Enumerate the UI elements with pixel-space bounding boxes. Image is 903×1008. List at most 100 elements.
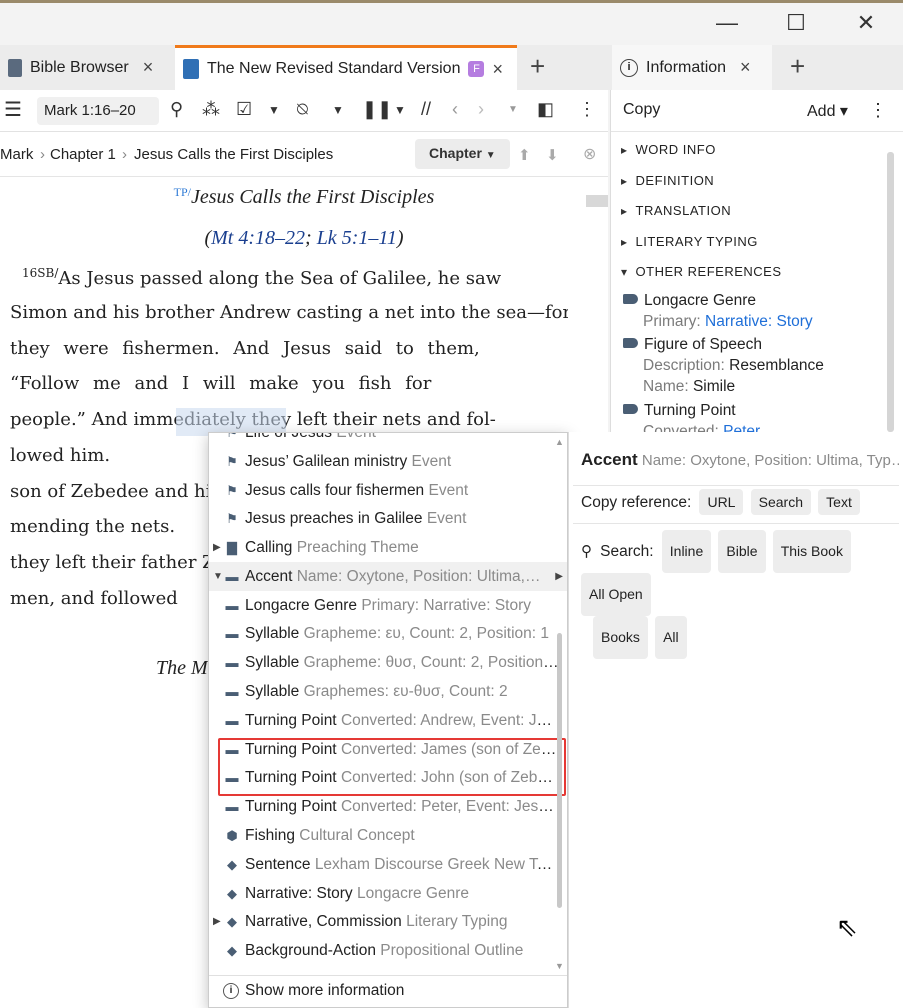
ref-value: Simile (692, 378, 736, 395)
breadcrumb-book[interactable]: Mark (0, 146, 33, 163)
visual-filter-icon[interactable]: ⁂ (202, 99, 220, 120)
item-meta: Event (336, 432, 376, 441)
chevron-down-icon[interactable]: ▼ (268, 103, 280, 117)
menu-item[interactable]: ▬ Turning Point Converted: Andrew, Event:… (209, 706, 560, 735)
menu-item[interactable]: ⬢ Fishing Cultural Concept (209, 821, 559, 850)
search-all-open-button[interactable]: All Open (581, 573, 651, 616)
more-icon[interactable]: ⋮ (869, 100, 887, 121)
menu-item[interactable]: ▶ ◆ Narrative, Commission Literary Typing (209, 907, 559, 936)
parallel-icon[interactable]: // (421, 99, 431, 120)
item-label: Sentence (245, 856, 311, 873)
paren: ) (396, 227, 404, 249)
breadcrumb-separator: › (40, 146, 45, 163)
maximize-button[interactable]: ☐ (773, 8, 819, 38)
menu-item[interactable]: ◆ Background-Action Propositional Outline (209, 936, 559, 965)
new-tab-plus-icon[interactable]: + (530, 51, 545, 82)
clear-icon[interactable]: ⊗ (583, 144, 596, 164)
forward-icon[interactable]: › (478, 99, 484, 120)
menu-item[interactable]: ▬ Longacre Genre Primary: Narrative: Stor… (209, 591, 559, 620)
tab-label: The New Revised Standard Version (207, 60, 461, 77)
section-other-references[interactable]: OTHER REFERENCES (621, 264, 782, 279)
menu-item[interactable]: ⚑ Jesus calls four fishermen Event (209, 476, 559, 505)
chevron-down-icon[interactable]: ▼ (332, 103, 344, 117)
close-window-button[interactable]: ✕ (843, 8, 889, 38)
checklist-icon[interactable]: ☑ (236, 99, 252, 120)
chevron-down-icon[interactable]: ▼ (394, 103, 406, 117)
chevron-down-icon[interactable]: ▼ (213, 562, 223, 591)
search-all-button[interactable]: All (655, 616, 687, 659)
new-panel-plus-icon[interactable]: + (790, 51, 805, 82)
menu-item[interactable]: ⚑ Jesus’ Galilean ministry Event (209, 447, 559, 476)
section-literary-typing[interactable]: LITERARY TYPING (621, 234, 758, 249)
flag-icon: ⚑ (226, 432, 238, 440)
copy-url-button[interactable]: URL (699, 489, 744, 515)
menu-item[interactable]: ◆ Narrative: Story Longacre Genre (209, 879, 559, 908)
verse-text: Simon and his brother Andrew casting a n… (10, 302, 568, 323)
menu-icon[interactable]: ☰ (4, 97, 22, 122)
item-label: Longacre Genre (245, 597, 358, 614)
history-dropdown-icon[interactable]: ▼ (508, 104, 518, 115)
breadcrumb-section[interactable]: Jesus Calls the First Disciples (134, 146, 333, 163)
interlinear-icon[interactable]: ⍉ (297, 99, 308, 120)
close-tab-icon[interactable]: × (492, 59, 503, 80)
parallel-ref-link[interactable]: Lk 5:1–11 (317, 227, 397, 249)
mouse-cursor-icon: ⇖ (836, 912, 858, 942)
close-tab-icon[interactable]: × (740, 57, 751, 78)
add-button[interactable]: Add ▾ (807, 101, 848, 121)
search-books-button[interactable]: Books (593, 616, 648, 659)
layout-icon[interactable]: ◧ (537, 99, 554, 120)
ref-link[interactable]: Narrative: Story (705, 313, 813, 330)
parallel-ref-link[interactable]: Mt 4:18–22 (211, 227, 305, 249)
close-tab-icon[interactable]: × (143, 57, 154, 78)
columns-icon[interactable]: ❚❚ (362, 99, 392, 120)
section-word-info[interactable]: WORD INFO (621, 142, 716, 157)
item-meta: Cultural Concept (299, 827, 415, 844)
menu-item[interactable]: ▬ Syllable Grapheme: θυσ, Count: 2, Posit… (209, 648, 560, 677)
menu-item[interactable]: ▬ Syllable Grapheme: ευ, Count: 2, Positi… (209, 619, 559, 648)
up-arrow-icon[interactable]: ⬆ (518, 146, 531, 164)
copy-text-button[interactable]: Text (818, 489, 860, 515)
section-translation[interactable]: TRANSLATION (621, 203, 731, 218)
menu-item[interactable]: ▬ Syllable Graphemes: ευ-θυσ, Count: 2 (209, 677, 559, 706)
search-inline-button[interactable]: Inline (661, 530, 712, 573)
more-icon[interactable]: ⋮ (578, 99, 596, 120)
item-meta: Grapheme: ευ, Count: 2, Position: 1 (303, 625, 550, 642)
chapter-dropdown[interactable]: Chapter ▼ (415, 139, 510, 169)
minimize-button[interactable]: — (704, 8, 750, 38)
section-tag[interactable]: TP/ (174, 185, 191, 199)
copy-search-button[interactable]: Search (750, 489, 811, 515)
item-meta: Preaching Theme (296, 539, 419, 556)
search-this-book-button[interactable]: This Book (772, 530, 851, 573)
back-icon[interactable]: ‹ (452, 99, 458, 120)
tab-nrsv[interactable]: The New Revised Standard Version F × (175, 45, 517, 90)
item-meta: Name: Oxytone, Position: Ultima,… (296, 568, 541, 585)
tab-bible-browser[interactable]: Bible Browser × (0, 45, 170, 90)
diamond-icon: ◆ (227, 857, 237, 872)
copy-button[interactable]: Copy (623, 101, 660, 119)
search-bible-button[interactable]: Bible (718, 530, 766, 573)
tab-label: Bible Browser (30, 58, 129, 76)
menu-scrollbar[interactable] (557, 633, 562, 908)
tag-icon (623, 404, 638, 414)
show-more-information[interactable]: i Show more information (209, 975, 567, 1007)
down-arrow-icon[interactable]: ⬇ (546, 146, 559, 164)
menu-item[interactable]: ▬ Turning Point Converted: Peter, Event: … (209, 792, 560, 821)
context-menu: ⚑ Life of Jesus Event ⚑ Jesus’ Galilean mi… (208, 432, 568, 1008)
menu-item[interactable]: ▶ ▇ Calling Preaching Theme (209, 533, 559, 562)
menu-item[interactable]: ⚑ Life of Jesus Event (209, 432, 559, 447)
breadcrumb-chapter[interactable]: Chapter 1 (50, 146, 116, 163)
search-icon[interactable]: ⚲ (170, 99, 183, 120)
scrollbar-thumb[interactable] (586, 195, 608, 207)
verse-text: As Jesus passed along the Sea of Galilee… (58, 268, 502, 289)
menu-item-selected[interactable]: ▼ ▬ Accent Name: Oxytone, Position: Ultima… (209, 562, 567, 591)
menu-item[interactable]: ⚑ Jesus preaches in Galilee Event (209, 504, 559, 533)
chevron-right-icon[interactable]: ▶ (213, 907, 221, 936)
scroll-down-icon[interactable]: ▼ (555, 961, 564, 971)
reference-input[interactable]: Mark 1:16–20 (37, 97, 159, 125)
menu-item[interactable]: ◆ Sentence Lexham Discourse Greek New Tes… (209, 850, 559, 879)
tab-information[interactable]: i Information × (612, 45, 772, 90)
info-scrollbar[interactable] (887, 152, 894, 432)
scroll-up-icon[interactable]: ▲ (555, 437, 564, 447)
chevron-right-icon[interactable]: ▶ (213, 533, 221, 562)
section-definition[interactable]: DEFINITION (621, 173, 714, 188)
